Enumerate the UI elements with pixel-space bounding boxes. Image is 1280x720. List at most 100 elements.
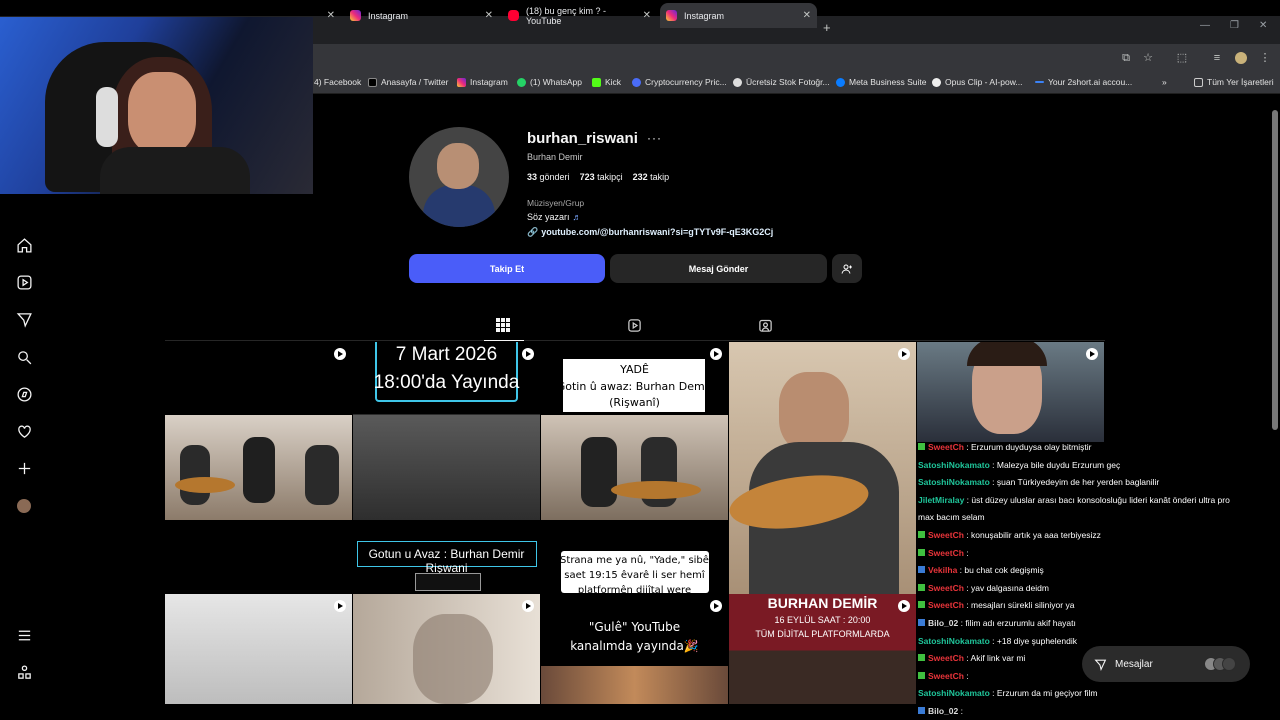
person-figure bbox=[243, 437, 275, 503]
post-3[interactable]: YADÊ Gotin û awaz: Burhan Demir (Rişwanî… bbox=[541, 342, 728, 520]
create-plus-icon[interactable] bbox=[14, 458, 34, 478]
profile-avatar-icon[interactable] bbox=[1235, 52, 1247, 64]
minimize-icon[interactable]: — bbox=[1200, 20, 1210, 31]
close-tab-icon[interactable]: ✕ bbox=[485, 10, 493, 21]
bookmark-label: Your 2short.ai accou... bbox=[1048, 77, 1133, 87]
post-8[interactable]: Strana me ya nû, "Yade," sibê saet 19:15… bbox=[541, 521, 728, 593]
bookmark-meta[interactable]: Meta Business Suite bbox=[836, 77, 926, 87]
tab-title: (18) bu genç kim ? - YouTube bbox=[526, 5, 607, 26]
person-figure bbox=[581, 437, 617, 507]
search-icon[interactable] bbox=[14, 347, 34, 367]
man-face bbox=[779, 372, 849, 452]
chat-text: : Akif link var mi bbox=[963, 653, 1026, 664]
close-tab-icon[interactable]: ✕ bbox=[327, 10, 335, 21]
chat-text: : Erzurum da mi geçiyor film bbox=[989, 688, 1098, 699]
page-scrollbar[interactable] bbox=[1272, 110, 1278, 430]
tagged-tab-icon[interactable] bbox=[758, 318, 774, 334]
bookmark-instagram[interactable]: Instagram bbox=[457, 77, 508, 87]
post-7[interactable]: Gotun u Avaz : Burhan Demir Rişwani bbox=[353, 521, 540, 593]
bookmark-label: (1) WhatsApp bbox=[530, 77, 582, 87]
browser-tab-1[interactable]: ✕ bbox=[313, 3, 341, 28]
cast-icon[interactable]: ⧉ bbox=[1120, 52, 1132, 64]
add-person-icon bbox=[841, 264, 852, 274]
browser-tab-4-active[interactable]: Instagram ✕ bbox=[660, 3, 817, 28]
link-icon: 🔗 bbox=[527, 227, 539, 237]
extensions-icon[interactable]: ⬚ bbox=[1176, 52, 1188, 64]
followers-label: takipçi bbox=[597, 172, 623, 182]
media-icon[interactable]: ≡ bbox=[1211, 52, 1223, 64]
following-label: takip bbox=[650, 172, 670, 182]
bookmark-crypto[interactable]: Cryptocurrency Pric... bbox=[632, 77, 727, 87]
profile-picture[interactable] bbox=[409, 127, 509, 227]
posts-grid-tab-icon[interactable] bbox=[496, 318, 512, 334]
bookmarks-overflow-icon[interactable]: » bbox=[1162, 77, 1167, 87]
reel-icon bbox=[898, 348, 910, 360]
bookmark-label: Cryptocurrency Pric... bbox=[645, 77, 727, 87]
release-time: 18:00'da Yayında bbox=[373, 372, 520, 393]
close-tab-icon[interactable]: ✕ bbox=[803, 10, 811, 21]
messages-pill[interactable]: Mesajlar bbox=[1082, 646, 1250, 682]
bookmark-kick[interactable]: Kick bbox=[592, 77, 621, 87]
post-9[interactable] bbox=[165, 594, 352, 704]
bookmark-star-icon[interactable]: ☆ bbox=[1142, 52, 1154, 64]
posts-stat[interactable]: 33 gönderi bbox=[527, 172, 570, 182]
post-12[interactable]: BURHAN DEMİR 16 EYLÜL SAAT : 20:00 TÜM D… bbox=[729, 594, 916, 704]
headset bbox=[96, 87, 118, 147]
tab-title: Instagram bbox=[368, 10, 409, 21]
followers-stat[interactable]: 723 takipçi bbox=[580, 172, 623, 182]
chat-username: JiletMiralay bbox=[918, 494, 965, 505]
explore-icon[interactable] bbox=[14, 384, 34, 404]
bookmark-twitter[interactable]: Anasayfa / Twitter bbox=[368, 77, 448, 87]
send-icon[interactable] bbox=[14, 309, 34, 329]
maximize-icon[interactable]: ❐ bbox=[1230, 20, 1239, 31]
chat-badge-icon bbox=[918, 583, 925, 591]
browser-tab-3[interactable]: (18) bu genç kim ? - YouTube ✕ bbox=[502, 3, 657, 28]
chat-message: SweetCh : Erzurum duyduysa olay bitmişti… bbox=[918, 442, 1091, 453]
instagram-icon bbox=[457, 77, 466, 87]
send-message-button[interactable]: Mesaj Gönder bbox=[610, 254, 827, 283]
post-5[interactable] bbox=[917, 342, 1104, 442]
heart-icon[interactable] bbox=[14, 421, 34, 441]
chat-text: : +18 diye şuphelendik bbox=[989, 635, 1077, 646]
more-apps-icon[interactable] bbox=[14, 662, 34, 682]
chat-badge-icon bbox=[918, 707, 925, 714]
portrait bbox=[413, 614, 493, 704]
link-text: youtube.com/@burhanriswani?si=gTYTv9F-qE… bbox=[541, 227, 774, 237]
bookmark-2short[interactable]: Your 2short.ai accou... bbox=[1035, 77, 1132, 87]
post-1-photo bbox=[165, 415, 352, 520]
new-tab-button[interactable]: + bbox=[823, 20, 831, 35]
reel-icon bbox=[710, 348, 722, 360]
close-tab-icon[interactable]: ✕ bbox=[643, 10, 651, 21]
options-ellipsis-icon[interactable]: ··· bbox=[647, 131, 662, 145]
banner-artist: BURHAN DEMİR bbox=[767, 595, 878, 611]
post-11[interactable]: "Gulê" YouTube kanalımda yayında🎉 bbox=[541, 594, 728, 704]
reels-icon[interactable] bbox=[14, 272, 34, 292]
menu-kebab-icon[interactable]: ⋮ bbox=[1259, 52, 1271, 64]
reels-tab-icon[interactable] bbox=[627, 318, 643, 334]
bookmark-opus-clip[interactable]: Opus Clip - AI-pow... bbox=[932, 77, 1022, 87]
home-icon[interactable] bbox=[14, 235, 34, 255]
browser-tab-2[interactable]: Instagram ✕ bbox=[344, 3, 499, 28]
profile-link[interactable]: 🔗 youtube.com/@burhanriswani?si=gTYTv9F-q… bbox=[527, 227, 773, 238]
chat-username: SweetCh bbox=[928, 582, 964, 593]
following-stat[interactable]: 232 takip bbox=[633, 172, 670, 182]
post-10[interactable] bbox=[353, 594, 540, 704]
profile-avatar[interactable] bbox=[17, 499, 31, 513]
bookmark-facebook[interactable]: 4) Facebook bbox=[314, 77, 361, 87]
chat-message: SatoshiNokamato : Malezya bile duydu Erz… bbox=[918, 460, 1120, 471]
meta-icon bbox=[836, 77, 845, 87]
suggest-user-button[interactable] bbox=[832, 254, 862, 283]
follow-button[interactable]: Takip Et bbox=[409, 254, 605, 283]
post-1[interactable] bbox=[165, 342, 352, 520]
bookmark-label: Meta Business Suite bbox=[849, 77, 927, 87]
post-4[interactable] bbox=[729, 342, 916, 594]
bookmark-whatsapp[interactable]: (1) WhatsApp bbox=[517, 77, 582, 87]
post-2[interactable]: 7 Mart 2026 18:00'da Yayında bbox=[353, 342, 540, 520]
bookmark-stock-photo[interactable]: Ücretsiz Stok Fotoğr... bbox=[733, 77, 830, 87]
all-bookmarks[interactable]: Tüm Yer İşaretleri bbox=[1194, 77, 1274, 87]
post-6[interactable] bbox=[165, 521, 352, 593]
hamburger-menu-icon[interactable] bbox=[14, 625, 34, 645]
chat-text: : mesajları sürekli siliniyor ya bbox=[963, 600, 1075, 611]
chat-message: Bilo_02 : filim adı erzurumlu akif hayat… bbox=[918, 618, 1076, 629]
close-window-icon[interactable]: ✕ bbox=[1259, 20, 1267, 31]
